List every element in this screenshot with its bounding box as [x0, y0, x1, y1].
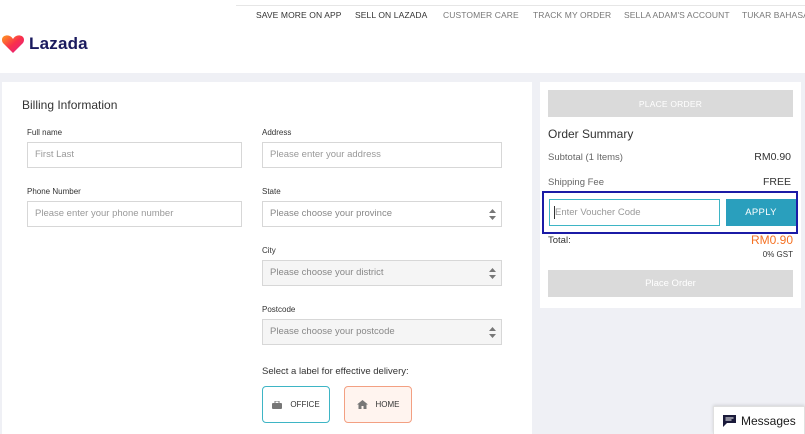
city-label: City [262, 246, 276, 255]
voucher-highlight-box: Enter Voucher Code APPLY [542, 191, 798, 234]
lazada-logo[interactable]: Lazada [2, 34, 88, 54]
nav-change-language[interactable]: TUKAR BAHASA [742, 10, 805, 20]
city-select-value: Please choose your district [270, 267, 384, 278]
top-nav: SAVE MORE ON APP SELL ON LAZADA CUSTOMER… [0, 0, 805, 27]
voucher-placeholder: Enter Voucher Code [555, 207, 641, 218]
total-value: RM0.90 [750, 233, 793, 247]
postcode-select-value: Please choose your postcode [270, 326, 395, 337]
office-label-text: OFFICE [290, 400, 320, 409]
subtotal-label: Subtotal (1 Items) [548, 152, 623, 163]
state-select[interactable]: Please choose your province [262, 201, 502, 227]
delivery-label-prompt: Select a label for effective delivery: [262, 366, 409, 377]
messages-widget[interactable]: Messages [713, 406, 805, 434]
house-icon [356, 400, 368, 409]
shipping-fee-value: FREE [762, 176, 791, 188]
nav-save-more-on-app[interactable]: SAVE MORE ON APP [256, 10, 342, 20]
postcode-label: Postcode [262, 305, 296, 314]
logo-text: Lazada [29, 34, 88, 53]
subtotal-value: RM0.90 [754, 151, 791, 163]
full-name-label: Full name [27, 128, 63, 137]
nav-account[interactable]: SELLA ADAM'S ACCOUNT [624, 10, 730, 20]
state-select-value: Please choose your province [270, 208, 392, 219]
place-order-bottom-button[interactable]: Place Order [548, 270, 793, 297]
home-label-button[interactable]: HOME [344, 386, 412, 423]
nav-customer-care[interactable]: CUSTOMER CARE [443, 10, 519, 20]
lazada-heart-icon [2, 35, 24, 53]
billing-title: Billing Information [22, 98, 118, 112]
nav-track-my-order[interactable]: TRACK MY ORDER [533, 10, 611, 20]
home-label-text: HOME [375, 400, 400, 409]
full-name-input[interactable]: First Last [27, 142, 242, 168]
address-label: Address [262, 128, 292, 137]
messages-label: Messages [741, 413, 796, 428]
city-select[interactable]: Please choose your district [262, 260, 502, 286]
shipping-fee-label: Shipping Fee [548, 177, 604, 188]
place-order-top-button[interactable]: PLACE ORDER [548, 90, 793, 117]
voucher-code-input[interactable]: Enter Voucher Code [549, 199, 720, 226]
phone-input[interactable]: Please enter your phone number [27, 201, 242, 227]
postcode-select[interactable]: Please choose your postcode [262, 319, 502, 345]
order-summary-title: Order Summary [548, 127, 634, 141]
select-arrows-icon [489, 268, 496, 279]
apply-voucher-button[interactable]: APPLY [726, 199, 796, 226]
header: SAVE MORE ON APP SELL ON LAZADA CUSTOMER… [0, 0, 805, 73]
top-nav-divider [236, 5, 805, 6]
total-label: Total: [548, 235, 571, 246]
phone-label: Phone Number [27, 187, 81, 196]
address-input[interactable]: Please enter your address [262, 142, 502, 168]
briefcase-icon [272, 400, 283, 409]
gst-note: 0% GST [762, 250, 793, 259]
chat-icon [723, 414, 736, 427]
select-arrows-icon [489, 327, 496, 338]
text-caret [554, 206, 555, 219]
select-arrows-icon [489, 209, 496, 220]
order-summary-panel: PLACE ORDER Order Summary Subtotal (1 It… [540, 82, 801, 308]
billing-panel: Billing Information Full name First Last… [2, 82, 532, 434]
nav-sell-on-lazada[interactable]: SELL ON LAZADA [355, 10, 427, 20]
office-label-button[interactable]: OFFICE [262, 386, 330, 423]
state-label: State [262, 187, 281, 196]
